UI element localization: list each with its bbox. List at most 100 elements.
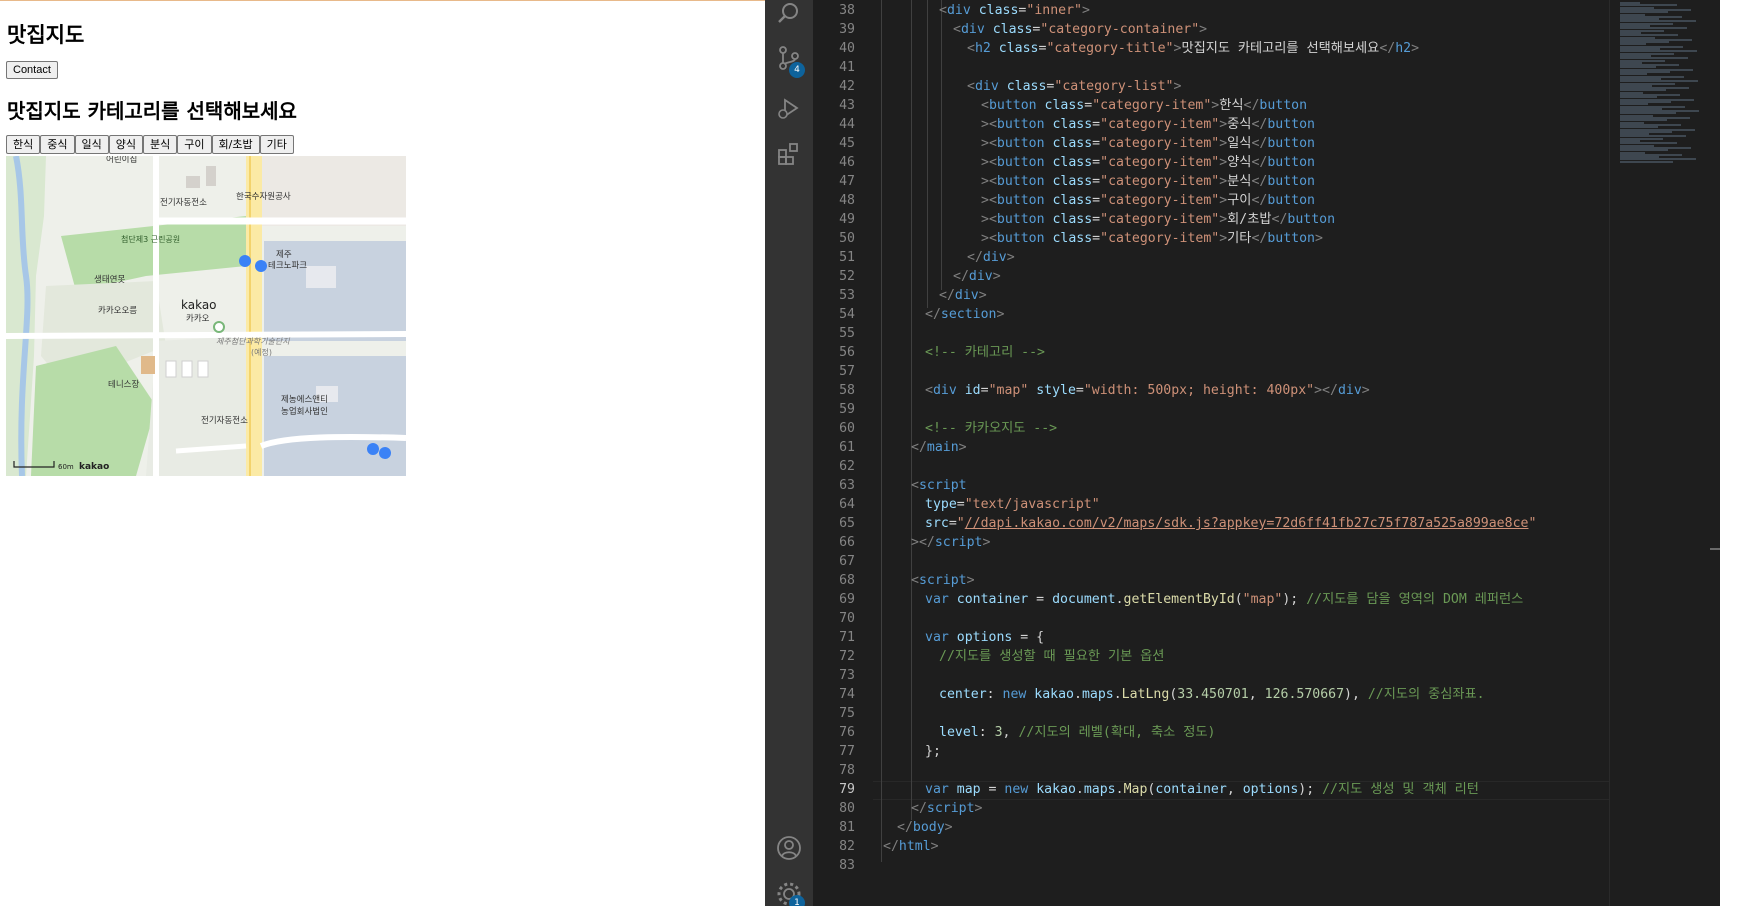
code-text: ><button class="category-item">구이</butto… bbox=[981, 193, 1315, 208]
line-number: 83 bbox=[839, 858, 855, 873]
code-line[interactable]: 58 <div id="map" style="width: 500px; hei… bbox=[813, 381, 1653, 400]
code-line[interactable]: 57 bbox=[813, 362, 1653, 381]
code-line[interactable]: 49 ><button class="category-item">회/초밥</b… bbox=[813, 210, 1653, 229]
code-line[interactable]: 45 ><button class="category-item">일식</but… bbox=[813, 134, 1653, 153]
category-item-chinese[interactable]: 중식 bbox=[40, 135, 75, 154]
code-line[interactable]: 47 ><button class="category-item">분식</but… bbox=[813, 172, 1653, 191]
line-number: 54 bbox=[839, 307, 855, 322]
code-line[interactable]: 61 </main> bbox=[813, 438, 1653, 457]
line-number: 77 bbox=[839, 744, 855, 759]
code-line[interactable]: 44 ><button class="category-item">중식</but… bbox=[813, 115, 1653, 134]
code-line[interactable]: 81 </body> bbox=[813, 818, 1653, 837]
site-title: 맛집지도 bbox=[7, 23, 85, 47]
line-number: 40 bbox=[839, 41, 855, 56]
line-number: 57 bbox=[839, 364, 855, 379]
line-number: 61 bbox=[839, 440, 855, 455]
code-line[interactable]: 74 center: new kakao.maps.LatLng(33.45070… bbox=[813, 685, 1653, 704]
code-line[interactable]: 41 bbox=[813, 58, 1653, 77]
code-line[interactable]: 63 <script bbox=[813, 476, 1653, 495]
code-text: <!-- 카카오지도 --> bbox=[925, 421, 1058, 436]
line-number: 73 bbox=[839, 668, 855, 683]
code-line[interactable]: 77}; bbox=[813, 742, 1653, 761]
line-number: 51 bbox=[839, 250, 855, 265]
code-line[interactable]: 43 <button class="category-item">한식</butt… bbox=[813, 96, 1653, 115]
code-line[interactable]: 59 bbox=[813, 400, 1653, 419]
map-poi-marker[interactable] bbox=[213, 321, 225, 333]
code-line[interactable]: 80 </script> bbox=[813, 799, 1653, 818]
code-line[interactable]: 69 var container = document.getElementByI… bbox=[813, 590, 1653, 609]
category-item-korean[interactable]: 한식 bbox=[6, 135, 41, 154]
search-icon[interactable] bbox=[775, 0, 803, 28]
code-text-area[interactable]: 38 <div class="inner"> 39 <div class="categ… bbox=[813, 1, 1653, 875]
code-text: </section> bbox=[925, 307, 1005, 322]
code-line[interactable]: 51 </div> bbox=[813, 248, 1653, 267]
line-number: 74 bbox=[839, 687, 855, 702]
category-item-sushi[interactable]: 회/초밥 bbox=[211, 135, 260, 154]
code-line[interactable]: 55 bbox=[813, 324, 1653, 343]
code-text: </div> bbox=[939, 288, 987, 303]
line-number: 81 bbox=[839, 820, 855, 835]
map-label-jeju: 제주 bbox=[276, 250, 292, 260]
code-line[interactable]: 72 //지도를 생성할 때 필요한 기본 옵션 bbox=[813, 647, 1653, 666]
line-number: 42 bbox=[839, 79, 855, 94]
code-line[interactable]: 76 level: 3, //지도의 레벨(확대, 축소 정도) bbox=[813, 723, 1653, 742]
code-line[interactable]: 83 bbox=[813, 856, 1653, 875]
category-item-japanese[interactable]: 일식 bbox=[74, 135, 109, 154]
code-text: <div class="category-list"> bbox=[967, 79, 1182, 94]
code-line[interactable]: 39 <div class="category-container"> bbox=[813, 20, 1653, 39]
minimap[interactable] bbox=[1609, 0, 1734, 906]
category-item-snack[interactable]: 분식 bbox=[143, 135, 178, 154]
line-number: 38 bbox=[839, 3, 855, 18]
line-number: 66 bbox=[839, 535, 855, 550]
code-line[interactable]: 62 bbox=[813, 457, 1653, 476]
code-line[interactable]: 52 </div> bbox=[813, 267, 1653, 286]
category-item-etc[interactable]: 기타 bbox=[259, 135, 294, 154]
line-number: 46 bbox=[839, 155, 855, 170]
account-icon[interactable] bbox=[775, 834, 803, 862]
run-debug-icon[interactable] bbox=[775, 94, 803, 122]
category-item-western[interactable]: 양식 bbox=[108, 135, 143, 154]
code-line[interactable]: 50 ><button class="category-item">기타</but… bbox=[813, 229, 1653, 248]
bus-stop-marker[interactable] bbox=[255, 260, 267, 272]
code-line[interactable]: 73 bbox=[813, 666, 1653, 685]
code-line[interactable]: 68 <script> bbox=[813, 571, 1653, 590]
code-line[interactable]: 42 <div class="category-list"> bbox=[813, 77, 1653, 96]
code-line[interactable]: 53 </div> bbox=[813, 286, 1653, 305]
line-number: 65 bbox=[839, 516, 855, 531]
code-line[interactable]: 38 <div class="inner"> bbox=[813, 1, 1653, 20]
category-item-grill[interactable]: 구이 bbox=[177, 135, 212, 154]
code-line[interactable]: 66 ></script> bbox=[813, 533, 1653, 552]
line-number: 78 bbox=[839, 763, 855, 778]
line-number: 82 bbox=[839, 839, 855, 854]
line-number: 70 bbox=[839, 611, 855, 626]
code-line[interactable]: 70 bbox=[813, 609, 1653, 628]
code-line[interactable]: 60 <!-- 카카오지도 --> bbox=[813, 419, 1653, 438]
map-label-kakao-kr: 카카오 bbox=[186, 314, 210, 324]
line-number: 47 bbox=[839, 174, 855, 189]
code-line[interactable]: 71 var options = { bbox=[813, 628, 1653, 647]
bus-stop-marker[interactable] bbox=[379, 447, 391, 459]
bus-stop-marker[interactable] bbox=[367, 443, 379, 455]
contact-button[interactable]: Contact bbox=[6, 61, 58, 79]
bus-stop-marker[interactable] bbox=[239, 255, 251, 267]
extensions-icon[interactable] bbox=[775, 140, 803, 168]
code-line[interactable]: 79 var map = new kakao.maps.Map(container… bbox=[813, 780, 1653, 799]
code-text: level: 3, //지도의 레벨(확대, 축소 정도) bbox=[939, 725, 1216, 740]
code-line[interactable]: 65 src="//dapi.kakao.com/v2/maps/sdk.js?a… bbox=[813, 514, 1653, 533]
code-text: ><button class="category-item">양식</butto… bbox=[981, 155, 1315, 170]
code-line[interactable]: 40 <h2 class="category-title">맛집지도 카테고리를 … bbox=[813, 39, 1653, 58]
code-text: </html> bbox=[883, 839, 939, 854]
code-line[interactable]: 67 bbox=[813, 552, 1653, 571]
kakao-map[interactable]: 어린이집 전기자동전소 한국수자원공사 첨단제3 근린공원 제주 테크노파크 생… bbox=[6, 156, 406, 476]
code-text: ><button class="category-item">기타</butto… bbox=[981, 231, 1323, 246]
map-label-tennis: 테니스장 bbox=[108, 379, 139, 390]
code-line[interactable]: 82 </html> bbox=[813, 837, 1653, 856]
code-line[interactable]: 46 ><button class="category-item">양식</but… bbox=[813, 153, 1653, 172]
map-label-daycare: 어린이집 bbox=[106, 156, 137, 165]
code-line[interactable]: 48 ><button class="category-item">구이</but… bbox=[813, 191, 1653, 210]
code-line[interactable]: 54 </section> bbox=[813, 305, 1653, 324]
code-line[interactable]: 64 type="text/javascript" bbox=[813, 495, 1653, 514]
code-line[interactable]: 56 <!-- 카테고리 --> bbox=[813, 343, 1653, 362]
code-line[interactable]: 78 bbox=[813, 761, 1653, 780]
code-line[interactable]: 75 bbox=[813, 704, 1653, 723]
